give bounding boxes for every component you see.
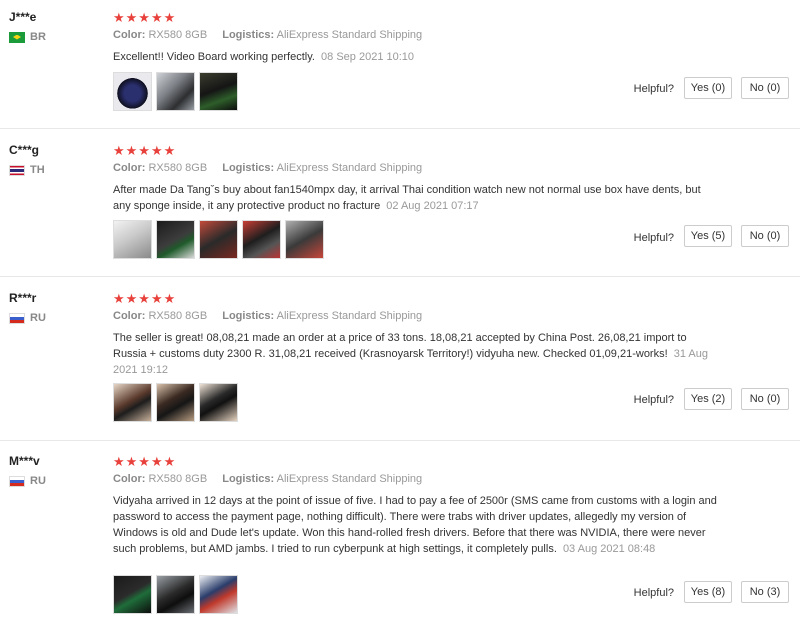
helpful-label: Helpful? (633, 232, 674, 244)
review-item: M***v RU ★★★★★ Color: RX580 8GB Logistic… (0, 454, 800, 626)
helpful-yes-button[interactable]: Yes (0) (684, 77, 732, 99)
review-item: J***e BR ★★★★★ Color: RX580 8GB Logistic… (0, 10, 800, 129)
color-label: Color: (113, 310, 146, 322)
reviewer-country: BR (9, 31, 46, 43)
russia-flag-icon (9, 475, 25, 487)
review-text: Vidyaha arrived in 12 days at the point … (113, 493, 718, 557)
review-meta: Color: RX580 8GB Logistics: AliExpress S… (113, 29, 422, 41)
helpful-yes-button[interactable]: Yes (2) (684, 388, 732, 410)
helpful-label: Helpful? (633, 394, 674, 406)
review-body: The seller is great! 08,08,21 made an or… (113, 332, 687, 360)
rating-stars: ★★★★★ (113, 143, 177, 158)
review-photo[interactable] (113, 383, 152, 422)
review-photo[interactable] (156, 575, 195, 614)
review-photo[interactable] (156, 72, 195, 111)
color-value: RX580 8GB (148, 473, 208, 485)
helpful-no-button[interactable]: No (3) (741, 581, 789, 603)
review-photo[interactable] (156, 383, 195, 422)
review-photo[interactable] (285, 220, 324, 259)
review-photo[interactable] (113, 72, 152, 111)
helpful-no-button[interactable]: No (0) (741, 225, 789, 247)
review-photo[interactable] (199, 220, 238, 259)
logistics-value: AliExpress Standard Shipping (276, 310, 423, 322)
review-photo[interactable] (242, 220, 281, 259)
reviewer-name: R***r (9, 291, 37, 305)
review-photo[interactable] (199, 72, 238, 111)
review-photo[interactable] (113, 220, 152, 259)
country-code: RU (30, 312, 46, 324)
color-value: RX580 8GB (148, 162, 208, 174)
logistics-value: AliExpress Standard Shipping (276, 162, 423, 174)
logistics-label: Logistics: (222, 310, 275, 322)
reviewer-country: TH (9, 164, 45, 176)
review-photo[interactable] (113, 575, 152, 614)
review-date: 02 Aug 2021 07:17 (386, 200, 479, 212)
country-code: BR (30, 31, 46, 43)
review-date: 08 Sep 2021 10:10 (321, 51, 415, 63)
reviewer-name: M***v (9, 454, 40, 468)
country-code: TH (30, 164, 45, 176)
review-text: Excellent!! Video Board working perfectl… (113, 49, 718, 65)
review-photos (113, 72, 238, 111)
color-label: Color: (113, 473, 146, 485)
review-photos (113, 220, 324, 259)
review-text: After made Da Tangˇs buy about fan1540mp… (113, 182, 718, 214)
rating-stars: ★★★★★ (113, 454, 177, 469)
rating-stars: ★★★★★ (113, 291, 177, 306)
helpful-yes-button[interactable]: Yes (5) (684, 225, 732, 247)
rating-stars: ★★★★★ (113, 10, 177, 25)
divider (0, 128, 800, 129)
review-item: R***r RU ★★★★★ Color: RX580 8GB Logistic… (0, 291, 800, 441)
review-photo[interactable] (156, 220, 195, 259)
reviewer-name: J***e (9, 10, 37, 24)
review-meta: Color: RX580 8GB Logistics: AliExpress S… (113, 162, 422, 174)
country-code: RU (30, 475, 46, 487)
review-date: 03 Aug 2021 08:48 (562, 543, 656, 555)
color-value: RX580 8GB (148, 310, 208, 322)
review-text: The seller is great! 08,08,21 made an or… (113, 330, 718, 378)
logistics-label: Logistics: (222, 29, 275, 41)
logistics-label: Logistics: (222, 473, 275, 485)
divider (0, 276, 800, 277)
logistics-value: AliExpress Standard Shipping (276, 473, 423, 485)
review-photos (113, 383, 238, 422)
helpful-yes-button[interactable]: Yes (8) (684, 581, 732, 603)
review-photos (113, 575, 238, 614)
review-meta: Color: RX580 8GB Logistics: AliExpress S… (113, 473, 422, 485)
review-photo[interactable] (199, 383, 238, 422)
color-label: Color: (113, 162, 146, 174)
review-meta: Color: RX580 8GB Logistics: AliExpress S… (113, 310, 422, 322)
review-photo[interactable] (199, 575, 238, 614)
color-value: RX580 8GB (148, 29, 208, 41)
reviewer-country: RU (9, 475, 46, 487)
review-item: C***g TH ★★★★★ Color: RX580 8GB Logistic… (0, 143, 800, 277)
helpful-no-button[interactable]: No (0) (741, 77, 789, 99)
helpful-label: Helpful? (633, 83, 674, 95)
logistics-label: Logistics: (222, 162, 275, 174)
logistics-value: AliExpress Standard Shipping (276, 29, 423, 41)
reviewer-country: RU (9, 312, 46, 324)
brazil-flag-icon (9, 31, 25, 43)
review-body: Excellent!! Video Board working perfectl… (113, 51, 315, 63)
thailand-flag-icon (9, 164, 25, 176)
color-label: Color: (113, 29, 146, 41)
divider (0, 440, 800, 441)
russia-flag-icon (9, 312, 25, 324)
helpful-no-button[interactable]: No (0) (741, 388, 789, 410)
reviewer-name: C***g (9, 143, 40, 157)
helpful-label: Helpful? (633, 587, 674, 599)
